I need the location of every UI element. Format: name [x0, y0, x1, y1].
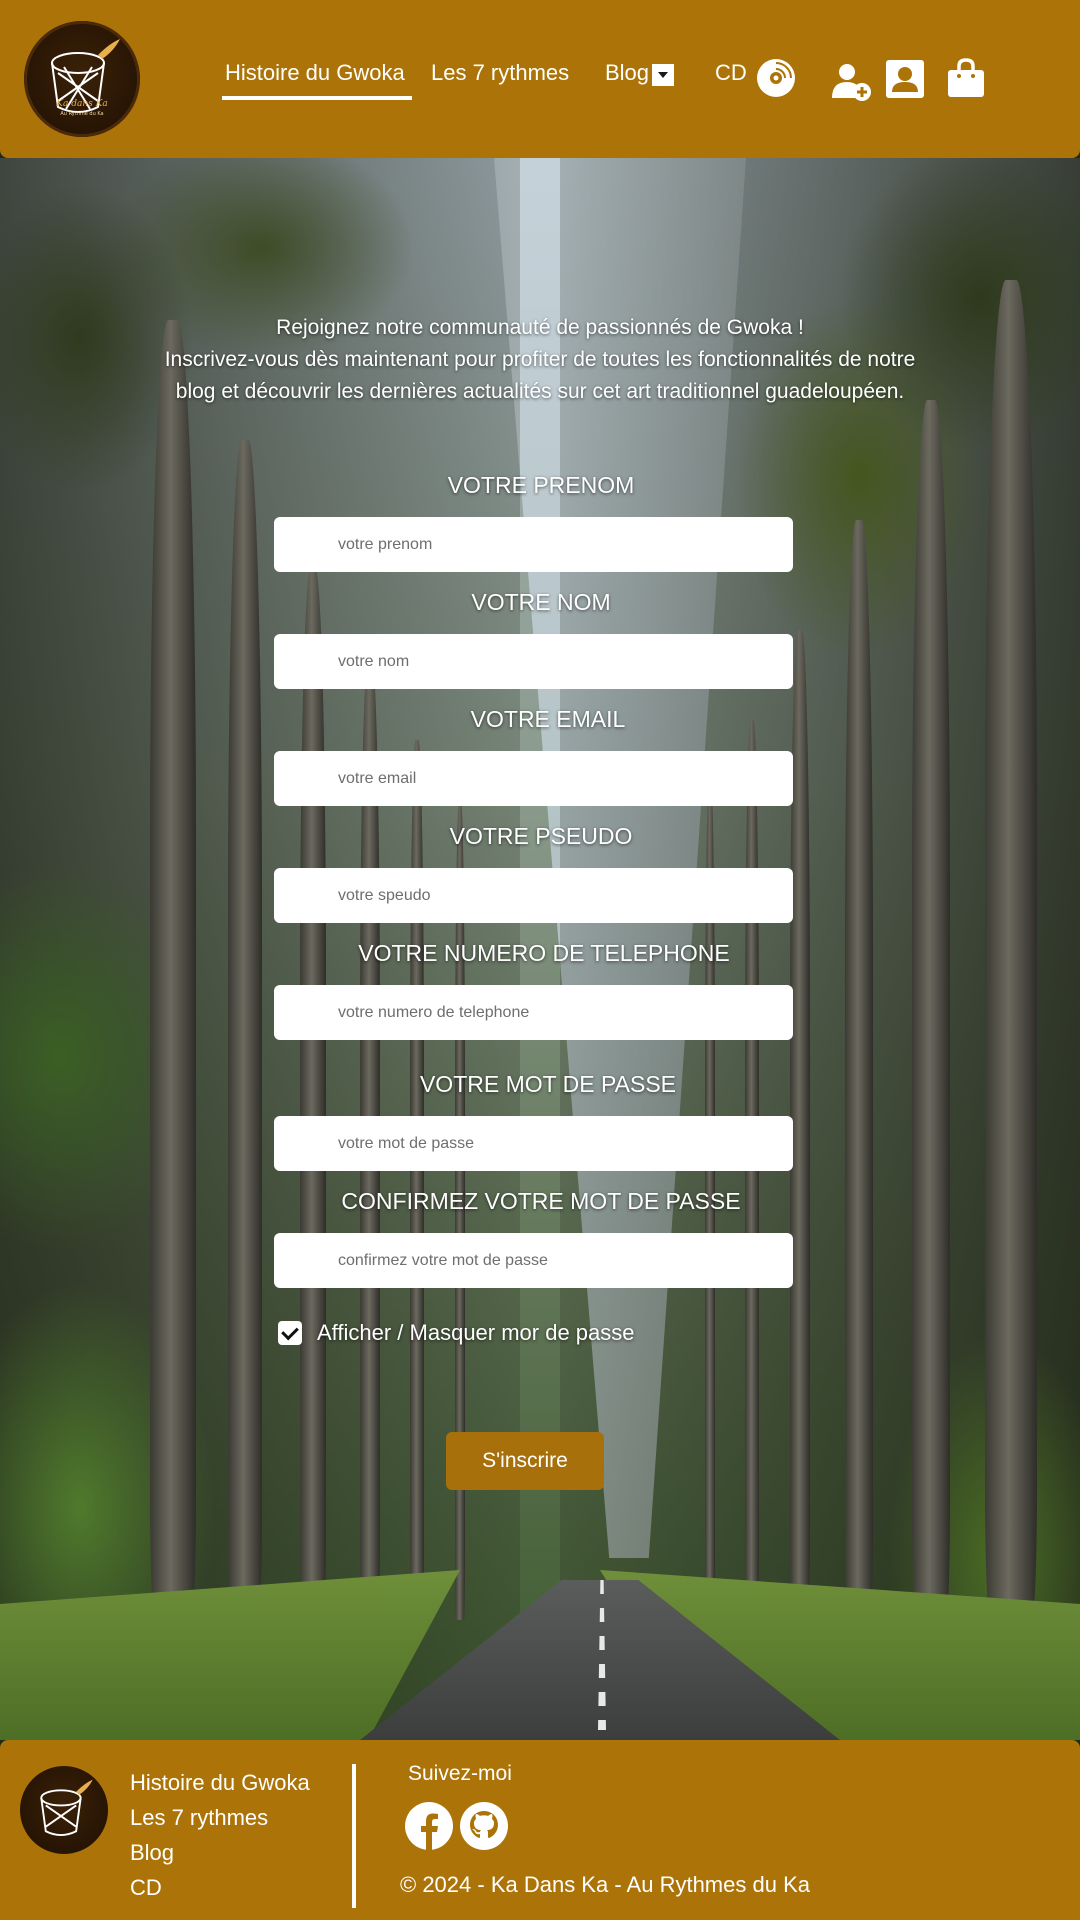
shopping-bag-icon[interactable] — [947, 58, 985, 98]
intro-line-1: Rejoignez notre communauté de passionnés… — [276, 316, 804, 339]
intro-line-2: Inscrivez-vous dès maintenant pour profi… — [164, 348, 916, 371]
telephone-input[interactable] — [274, 985, 793, 1040]
drum-logo-icon — [40, 1779, 93, 1836]
follow-label: Suivez-moi — [408, 1762, 512, 1785]
footer-link-histoire[interactable]: Histoire du Gwoka — [130, 1768, 310, 1798]
pseudo-input[interactable] — [274, 868, 793, 923]
label-prenom: VOTRE PRENOM — [447, 472, 635, 498]
label-confirm-mot-de-passe: CONFIRMEZ VOTRE MOT DE PASSE — [341, 1188, 741, 1214]
prenom-input[interactable] — [274, 517, 793, 572]
logo-subtitle: Au Rythme du Ka — [60, 111, 104, 117]
palm-trunk — [845, 520, 873, 1620]
account-icon[interactable] — [886, 60, 924, 98]
footer-link-blog[interactable]: Blog — [130, 1838, 174, 1868]
site-logo[interactable]: Ka dans Ka Au Rythme du Ka — [24, 21, 140, 137]
password-input[interactable] — [274, 1116, 793, 1171]
nav-les-7-rythmes[interactable]: Les 7 rythmes — [431, 56, 569, 90]
label-nom: VOTRE NOM — [471, 589, 611, 615]
drum-logo-icon — [51, 39, 120, 113]
email-input[interactable] — [274, 751, 793, 806]
label-email: VOTRE EMAIL — [470, 706, 626, 732]
footer-logo[interactable] — [20, 1766, 108, 1854]
add-user-icon[interactable] — [832, 62, 872, 102]
nav-cd[interactable]: CD — [715, 56, 747, 90]
blog-dropdown-caret-icon[interactable] — [652, 64, 674, 86]
nav-blog[interactable]: Blog — [605, 56, 649, 90]
signup-intro: Rejoignez notre communauté de passionnés… — [100, 312, 980, 408]
copyright-text: © 2024 - Ka Dans Ka - Au Rythmes du Ka — [400, 1872, 810, 1897]
footer-link-cd[interactable]: CD — [130, 1873, 162, 1903]
intro-line-3: blog et découvrir les dernières actualit… — [175, 380, 905, 403]
palm-trunk — [912, 400, 950, 1620]
nom-input[interactable] — [274, 634, 793, 689]
site-footer: Histoire du Gwoka Les 7 rythmes Blog CD … — [0, 1740, 1080, 1920]
confirm-password-input[interactable] — [274, 1233, 793, 1288]
palm-trunk — [228, 440, 262, 1620]
footer-link-rythmes[interactable]: Les 7 rythmes — [130, 1803, 268, 1833]
footer-divider — [352, 1764, 356, 1908]
nav-active-indicator — [222, 96, 412, 100]
label-pseudo: VOTRE PSEUDO — [449, 823, 633, 849]
palm-trunk — [790, 630, 810, 1620]
palm-trunk — [985, 280, 1037, 1620]
nav-histoire-du-gwoka[interactable]: Histoire du Gwoka — [225, 56, 405, 90]
label-mot-de-passe: VOTRE MOT DE PASSE — [419, 1071, 677, 1097]
logo-text: Ka dans Ka — [56, 99, 108, 109]
signup-submit-button[interactable]: S'inscrire — [446, 1432, 604, 1490]
palm-trunk — [150, 320, 196, 1620]
cd-disc-icon[interactable] — [756, 58, 796, 98]
show-password-label: Afficher / Masquer mor de passe — [317, 1320, 635, 1345]
site-header: Ka dans Ka Au Rythme du Ka Histoire du G… — [0, 0, 1080, 158]
show-password-checkbox[interactable] — [278, 1321, 302, 1345]
github-icon[interactable] — [460, 1802, 508, 1850]
facebook-icon[interactable] — [405, 1802, 453, 1850]
label-telephone: VOTRE NUMERO DE TELEPHONE — [358, 940, 730, 966]
